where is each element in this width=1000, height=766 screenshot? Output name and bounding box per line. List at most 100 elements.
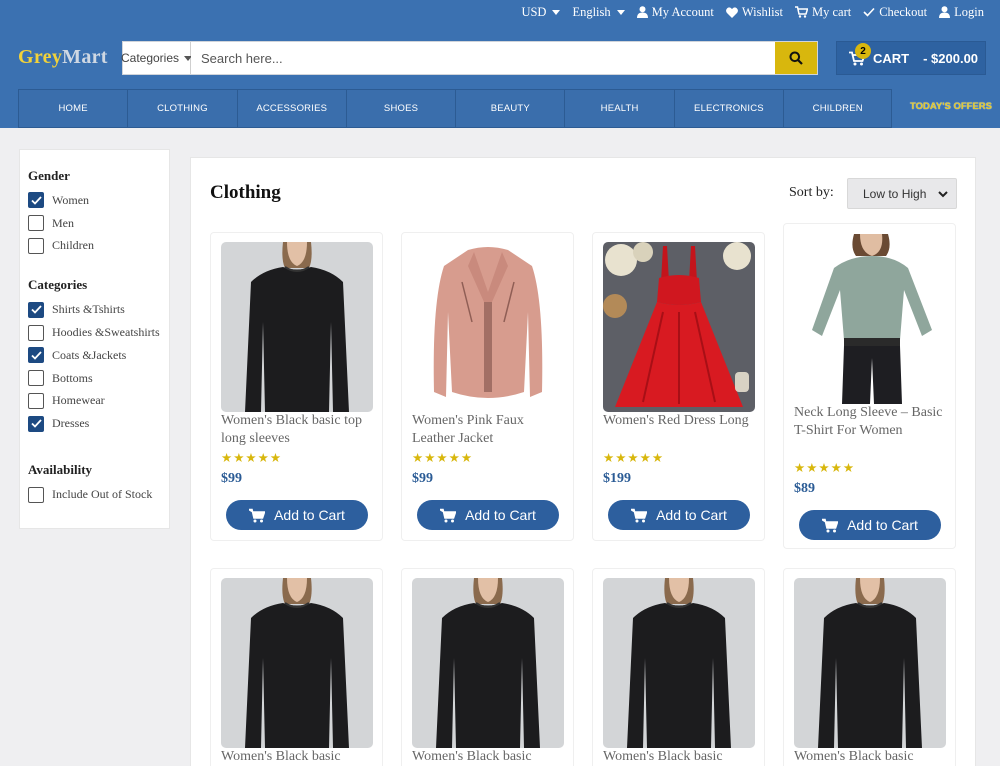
product-image[interactable]: [221, 578, 373, 748]
product-name[interactable]: Neck Long Sleeve – Basic T-Shirt For Wom…: [794, 404, 946, 440]
todays-offers-link[interactable]: TODAY'S OFFERS: [910, 101, 992, 112]
product-name[interactable]: Women's Black basic: [412, 748, 564, 766]
product-name[interactable]: Women's Black basic top long sleeves: [221, 412, 373, 448]
product-name[interactable]: Women's Black basic: [221, 748, 373, 766]
cart-icon: [794, 6, 808, 18]
logo-part-2: Mart: [62, 46, 108, 68]
filter-option-gender[interactable]: Men: [28, 212, 169, 235]
chevron-down-icon: [552, 9, 561, 15]
checkbox[interactable]: [28, 237, 44, 254]
add-to-cart-label: Add to Cart: [274, 507, 345, 523]
product-name[interactable]: Women's Red Dress Long: [603, 412, 755, 430]
sort-value: Low to High: [863, 186, 927, 201]
product-image[interactable]: [412, 578, 564, 748]
filter-option-gender[interactable]: Children: [28, 235, 169, 258]
filter-heading-categories: Categories: [28, 277, 88, 293]
filter-option-categories[interactable]: Hoodies &Sweatshirts: [28, 321, 169, 344]
add-to-cart-button[interactable]: Add to Cart: [799, 510, 941, 540]
filter-option-label: Shirts &Tshirts: [52, 302, 125, 317]
checkbox[interactable]: [28, 392, 44, 409]
cart-icon: [440, 508, 457, 522]
chevron-down-icon: [938, 191, 948, 198]
product-name[interactable]: Women's Pink Faux Leather Jacket: [412, 412, 564, 448]
filter-option-categories[interactable]: Coats &Jackets: [28, 344, 169, 367]
product-card[interactable]: Women's Black basic: [210, 568, 383, 766]
checkbox[interactable]: [28, 215, 44, 232]
nav-item-accessories[interactable]: ACCESSORIES: [236, 89, 346, 128]
filter-option-availability[interactable]: Include Out of Stock: [28, 483, 169, 506]
filter-option-categories[interactable]: Shirts &Tshirts: [28, 298, 169, 321]
cart-button[interactable]: 2 CART - $200.00: [836, 41, 986, 75]
checkbox[interactable]: [28, 324, 44, 341]
product-card[interactable]: Women's Red Dress Long ★★★★★ $199 Add to Ca…: [592, 232, 765, 541]
nav-item-clothing[interactable]: CLOTHING: [127, 89, 237, 128]
filter-option-gender[interactable]: Women: [28, 189, 169, 212]
star-rating: ★★★★★: [221, 451, 283, 465]
chevron-down-icon: [616, 9, 625, 15]
product-image[interactable]: [794, 578, 946, 748]
cart-total: - $200.00: [923, 50, 979, 66]
product-name[interactable]: Women's Black basic: [603, 748, 755, 766]
nav-item-shoes[interactable]: SHOES: [345, 89, 456, 128]
language-selector[interactable]: English: [572, 5, 625, 20]
add-to-cart-button[interactable]: Add to Cart: [608, 500, 750, 530]
product-card[interactable]: Neck Long Sleeve – Basic T-Shirt For Wom…: [783, 223, 956, 549]
currency-selector[interactable]: USD: [521, 4, 561, 20]
cart-icon: [249, 508, 266, 522]
checkbox[interactable]: [28, 347, 44, 364]
sort-select[interactable]: Low to High: [847, 178, 957, 209]
product-image[interactable]: [221, 242, 373, 412]
product-card[interactable]: Women's Pink Faux Leather Jacket ★★★★★ $99…: [401, 232, 574, 541]
search-button[interactable]: [775, 42, 817, 74]
gender-options: Women Men Children: [28, 189, 169, 257]
login-link[interactable]: Login: [939, 5, 984, 20]
add-to-cart-button[interactable]: Add to Cart: [226, 500, 368, 530]
filter-option-categories[interactable]: Dresses: [28, 412, 169, 435]
checkbox[interactable]: [28, 192, 44, 209]
search-category-dropdown[interactable]: Categories: [121, 42, 193, 74]
checkbox[interactable]: [28, 370, 44, 387]
nav-item-beauty[interactable]: BEAUTY: [455, 89, 565, 128]
my-account-link[interactable]: My Account: [636, 5, 714, 20]
product-name[interactable]: Women's Black basic: [794, 748, 946, 766]
product-image[interactable]: [412, 242, 564, 412]
filter-option-label: Dresses: [52, 416, 90, 431]
product-price: $199: [603, 471, 631, 486]
cart-count-badge: 2: [855, 43, 871, 59]
product-price: $99: [412, 471, 433, 486]
nav-item-children[interactable]: CHILDREN: [783, 89, 893, 128]
product-card[interactable]: Women's Black basic: [592, 568, 765, 766]
availability-options: Include Out of Stock: [28, 483, 169, 506]
filter-option-label: Homewear: [52, 393, 105, 408]
checkbox[interactable]: [28, 415, 44, 432]
add-to-cart-label: Add to Cart: [465, 507, 536, 523]
filter-option-label: Coats &Jackets: [52, 347, 127, 362]
product-price: $99: [221, 471, 242, 486]
add-to-cart-button[interactable]: Add to Cart: [417, 500, 559, 530]
checkout-label: Checkout: [879, 4, 928, 19]
currency-label: USD: [521, 4, 547, 19]
wishlist-link[interactable]: Wishlist: [725, 5, 783, 20]
cart-label: CART: [873, 50, 910, 66]
checkbox[interactable]: [28, 486, 44, 503]
product-image[interactable]: [603, 578, 755, 748]
check-icon: [30, 419, 42, 429]
nav-item-home[interactable]: HOME: [18, 89, 128, 128]
checkbox[interactable]: [28, 301, 44, 318]
nav-item-electronics[interactable]: ELECTRONICS: [673, 89, 784, 128]
checkout-link[interactable]: Checkout: [863, 5, 927, 20]
product-card[interactable]: Women's Black basic: [401, 568, 574, 766]
filter-option-categories[interactable]: Homewear: [28, 390, 169, 413]
site-logo[interactable]: GreyMart: [18, 46, 108, 69]
sort-label: Sort by:: [789, 185, 834, 200]
product-image[interactable]: [794, 234, 946, 404]
filter-option-categories[interactable]: Bottoms: [28, 367, 169, 390]
nav-item-health[interactable]: HEALTH: [564, 89, 674, 128]
product-card[interactable]: Women's Black basic: [783, 568, 956, 766]
search-input[interactable]: [191, 42, 775, 74]
star-rating: ★★★★★: [794, 461, 856, 475]
product-card[interactable]: Women's Black basic top long sleeves ★★★★…: [210, 232, 383, 541]
add-to-cart-label: Add to Cart: [656, 507, 727, 523]
my-cart-link[interactable]: My cart: [794, 5, 851, 20]
product-image[interactable]: [603, 242, 755, 412]
